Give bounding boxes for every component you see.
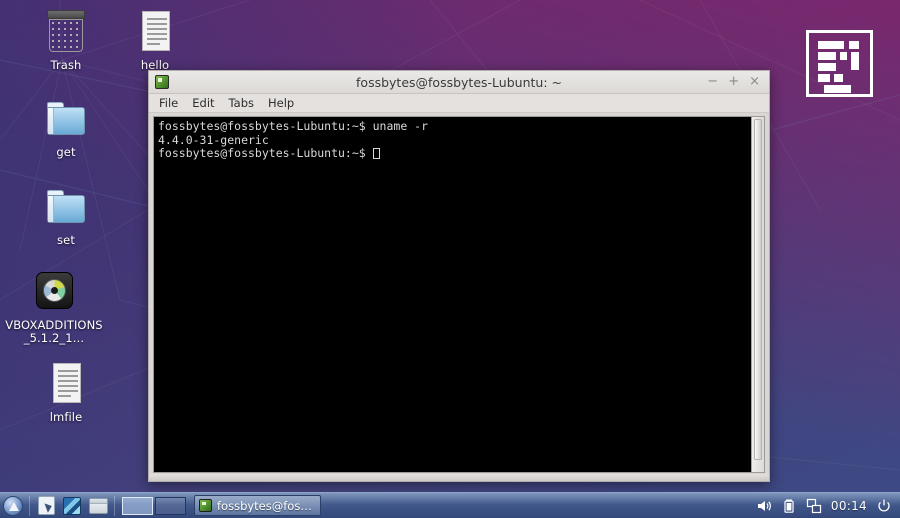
window-icon[interactable] <box>86 495 110 517</box>
power-icon[interactable] <box>876 498 892 514</box>
terminal-line-1: fossbytes@fossbytes-Lubuntu:~$ uname -r <box>158 119 429 133</box>
taskbar-divider <box>29 495 30 516</box>
file-manager-icon[interactable] <box>34 495 58 517</box>
cd-disc-icon <box>30 268 78 316</box>
terminal-output[interactable]: fossbytes@fossbytes-Lubuntu:~$ uname -r … <box>154 117 751 472</box>
desktop-icon-trash[interactable]: Trash <box>18 8 114 72</box>
window-controls[interactable]: − + × <box>707 75 769 89</box>
desktop-icon-get[interactable]: get <box>18 95 114 159</box>
terminal-scrollbar[interactable] <box>751 117 764 472</box>
menu-file[interactable]: File <box>159 96 187 110</box>
desktop-icon-label: get <box>56 145 76 159</box>
close-button[interactable]: × <box>749 75 760 89</box>
app-icon[interactable] <box>60 495 84 517</box>
scrollbar-thumb[interactable] <box>754 119 762 460</box>
desktop-icon-hello[interactable]: hello <box>107 8 203 72</box>
terminal-screen-area[interactable]: fossbytes@fossbytes-Lubuntu:~$ uname -r … <box>153 116 765 473</box>
terminal-line-2: 4.4.0-31-generic <box>158 132 269 147</box>
taskbar[interactable]: fossbytes@fos… 00:14 <box>0 492 900 518</box>
taskbar-divider <box>114 495 115 516</box>
desktop[interactable]: Trash hello get set VBOXADDITIONS_5.1.2_… <box>0 0 900 518</box>
battery-icon[interactable] <box>781 498 797 514</box>
taskbar-window-label: fossbytes@fos… <box>217 498 312 513</box>
maximize-button[interactable]: + <box>728 75 739 89</box>
folder-icon <box>42 183 90 231</box>
terminal-titlebar[interactable]: fossbytes@fossbytes-Lubuntu: ~ − + × <box>149 71 769 94</box>
desktop-icon-vboxadditions[interactable]: VBOXADDITIONS_5.1.2_1… <box>4 268 104 345</box>
minimize-button[interactable]: − <box>707 75 718 89</box>
system-tray[interactable]: 00:14 <box>756 498 900 514</box>
terminal-menubar[interactable]: File Edit Tabs Help <box>149 94 769 113</box>
text-document-icon <box>131 8 179 56</box>
desktop-icon-label: VBOXADDITIONS_5.1.2_1… <box>5 318 103 345</box>
lubuntu-menu-icon[interactable] <box>1 495 25 517</box>
terminal-line-3: fossbytes@fossbytes-Lubuntu:~$ <box>158 146 373 160</box>
folder-icon <box>42 95 90 143</box>
taskbar-window-button[interactable]: fossbytes@fos… <box>194 495 321 516</box>
trash-bin-icon <box>42 8 90 56</box>
menu-edit[interactable]: Edit <box>192 96 223 110</box>
resize-grip[interactable] <box>149 474 769 481</box>
menu-tabs[interactable]: Tabs <box>229 96 263 110</box>
workspace-2[interactable] <box>155 496 186 515</box>
terminal-title: fossbytes@fossbytes-Lubuntu: ~ <box>356 74 562 90</box>
terminal-cursor <box>372 148 380 159</box>
menu-help[interactable]: Help <box>268 96 303 110</box>
workspace-pager[interactable] <box>122 496 188 516</box>
desktop-icon-set[interactable]: set <box>18 183 114 247</box>
desktop-icon-lmfile[interactable]: lmfile <box>18 360 114 424</box>
desktop-icon-label: Trash <box>50 58 82 72</box>
clock[interactable]: 00:14 <box>831 499 867 513</box>
desktop-icon-label: lmfile <box>49 410 83 424</box>
terminal-window[interactable]: fossbytes@fossbytes-Lubuntu: ~ − + × Fil… <box>148 70 770 482</box>
text-document-icon <box>42 360 90 408</box>
volume-icon[interactable] <box>756 498 772 514</box>
terminal-icon <box>199 499 212 512</box>
windows-icon[interactable] <box>806 498 822 514</box>
workspace-1[interactable] <box>122 496 153 515</box>
fossbytes-logo <box>806 30 873 97</box>
desktop-icon-label: set <box>57 233 75 247</box>
